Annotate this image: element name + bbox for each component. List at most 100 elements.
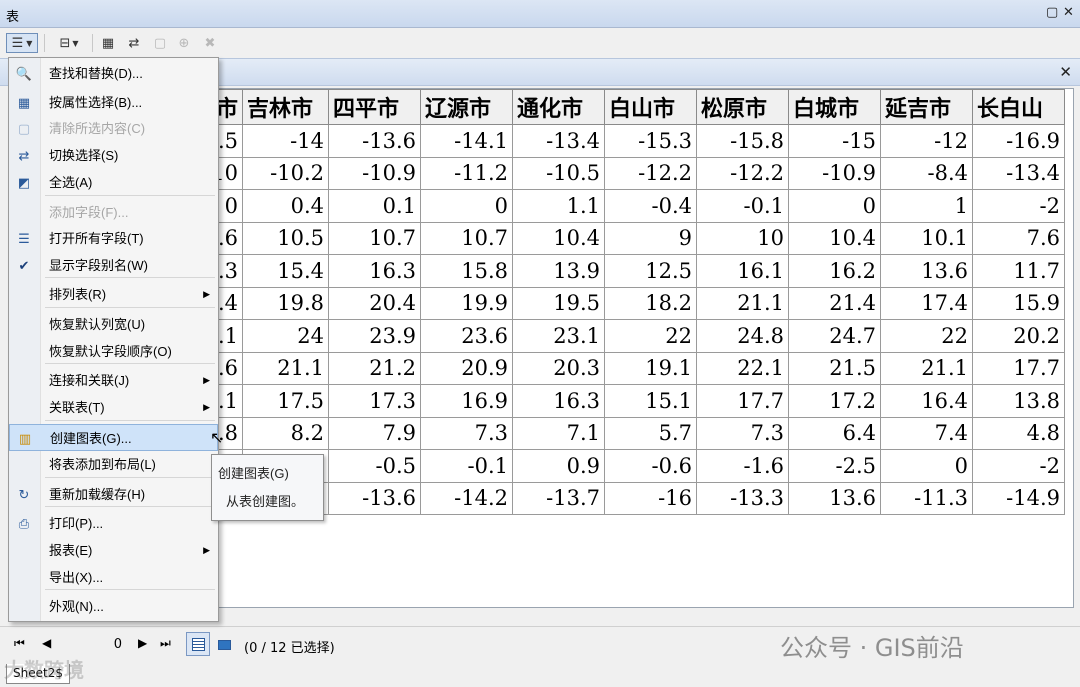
table-cell[interactable]: -16 [604,481,697,515]
table-cell[interactable]: 19.1 [604,351,697,385]
table-cell[interactable]: 6.4 [788,416,881,450]
table-cell[interactable]: -13.6 [328,481,421,515]
menu-item[interactable]: ⇄ 切换选择(S) [9,142,218,169]
table-cell[interactable]: -15 [788,124,881,158]
table-cell[interactable]: 10.5 [242,221,329,255]
column-header[interactable]: 辽源市 [420,89,513,125]
table-cell[interactable]: -16.9 [972,124,1065,158]
table-cell[interactable]: 22 [604,319,697,353]
table-cell[interactable]: 1 [880,189,973,223]
table-cell[interactable]: -14.9 [972,481,1065,515]
table-cell[interactable]: 4.8 [972,416,1065,450]
table-cell[interactable]: -11.2 [420,156,513,190]
table-cell[interactable]: -10.2 [242,156,329,190]
table-cell[interactable]: 19.9 [420,286,513,320]
next-record-icon[interactable]: ▶ [138,636,147,650]
table-cell[interactable]: -13.7 [512,481,605,515]
table-cell[interactable]: 24 [242,319,329,353]
table-cell[interactable]: 21.4 [788,286,881,320]
table-cell[interactable]: 10.7 [328,221,421,255]
table-cell[interactable]: -13.3 [696,481,789,515]
first-record-icon[interactable]: ⏮ [14,636,25,651]
table-cell[interactable]: 0 [420,189,513,223]
table-cell[interactable]: 16.4 [880,384,973,418]
table-cell[interactable]: 17.5 [242,384,329,418]
show-selected-records-button[interactable] [212,632,236,656]
column-header[interactable]: 松原市 [696,89,789,125]
menu-item[interactable]: 连接和关联(J) ▶ [9,367,218,394]
table-cell[interactable]: 17.7 [972,351,1065,385]
table-cell[interactable]: 21.1 [242,351,329,385]
table-cell[interactable]: -12.2 [696,156,789,190]
table-cell[interactable]: -8.4 [880,156,973,190]
table-cell[interactable]: 18.2 [604,286,697,320]
table-cell[interactable]: 0 [788,189,881,223]
table-cell[interactable]: 5.7 [604,416,697,450]
column-header[interactable]: 长白山 [972,89,1065,125]
table-cell[interactable]: -0.6 [604,449,697,483]
table-cell[interactable]: 7.6 [972,221,1065,255]
table-cell[interactable]: 16.3 [328,254,421,288]
menu-item[interactable]: 关联表(T) ▶ [9,394,218,421]
menu-item[interactable]: ▥ 创建图表(G)... [9,424,218,451]
table-cell[interactable]: -0.4 [604,189,697,223]
table-cell[interactable]: -0.1 [696,189,789,223]
current-record-field[interactable]: 0 [58,635,126,655]
menu-item[interactable]: 报表(E) ▶ [9,537,218,564]
column-header[interactable]: 通化市 [512,89,605,125]
table-cell[interactable]: 10 [696,221,789,255]
table-cell[interactable]: 23.1 [512,319,605,353]
table-cell[interactable]: 20.2 [972,319,1065,353]
table-cell[interactable]: -10.5 [512,156,605,190]
menu-item[interactable]: 恢复默认列宽(U) [9,311,218,338]
table-cell[interactable]: -13.4 [512,124,605,158]
menu-item[interactable]: 导出(X)... [9,564,218,591]
table-cell[interactable]: 7.1 [512,416,605,450]
table-cell[interactable]: 0.9 [512,449,605,483]
table-cell[interactable]: 0.1 [328,189,421,223]
maximize-icon[interactable]: ▢ [1046,5,1058,20]
menu-item[interactable]: ⎙ 打印(P)... [9,510,218,537]
last-record-icon[interactable]: ⏭ [160,636,171,651]
table-cell[interactable]: 13.8 [972,384,1065,418]
table-cell[interactable]: 15.4 [242,254,329,288]
column-header[interactable]: 吉林市 [242,89,329,125]
column-header[interactable]: 四平市 [328,89,421,125]
column-header[interactable]: 延吉市 [880,89,973,125]
zoom-to-selected-button[interactable]: ⊕ [174,33,194,53]
table-cell[interactable]: 7.4 [880,416,973,450]
table-cell[interactable]: 21.1 [880,351,973,385]
table-cell[interactable]: -2 [972,449,1065,483]
table-cell[interactable]: 10.7 [420,221,513,255]
table-cell[interactable]: 11.7 [972,254,1065,288]
table-cell[interactable]: 20.3 [512,351,605,385]
table-cell[interactable]: 15.1 [604,384,697,418]
table-cell[interactable]: 21.1 [696,286,789,320]
menu-item[interactable]: ☰ 打开所有字段(T) [9,225,218,252]
table-cell[interactable]: 22.1 [696,351,789,385]
table-cell[interactable]: 19.8 [242,286,329,320]
table-cell[interactable]: 13.6 [880,254,973,288]
previous-record-icon[interactable]: ◀ [42,636,51,650]
table-cell[interactable]: -2 [972,189,1065,223]
table-cell[interactable]: -0.1 [420,449,513,483]
table-cell[interactable]: 0 [880,449,973,483]
menu-item[interactable]: 🔍 查找和替换(D)... [9,60,218,87]
table-cell[interactable]: 13.6 [788,481,881,515]
clear-selection-button[interactable]: ▢ [150,33,170,53]
table-cell[interactable]: 19.5 [512,286,605,320]
table-cell[interactable]: 13.9 [512,254,605,288]
menu-item[interactable]: 恢复默认字段顺序(O) [9,338,218,365]
table-cell[interactable]: 20.4 [328,286,421,320]
switch-selection-button[interactable]: ⇄ [124,33,144,53]
table-cell[interactable]: 8.2 [242,416,329,450]
table-cell[interactable]: 10.4 [788,221,881,255]
table-cell[interactable]: 17.2 [788,384,881,418]
table-cell[interactable]: 16.2 [788,254,881,288]
table-cell[interactable]: 22 [880,319,973,353]
table-cell[interactable]: -12.2 [604,156,697,190]
table-cell[interactable]: -14.1 [420,124,513,158]
delete-selected-button[interactable]: ✖ [200,33,220,53]
table-cell[interactable]: 21.5 [788,351,881,385]
table-cell[interactable]: -12 [880,124,973,158]
